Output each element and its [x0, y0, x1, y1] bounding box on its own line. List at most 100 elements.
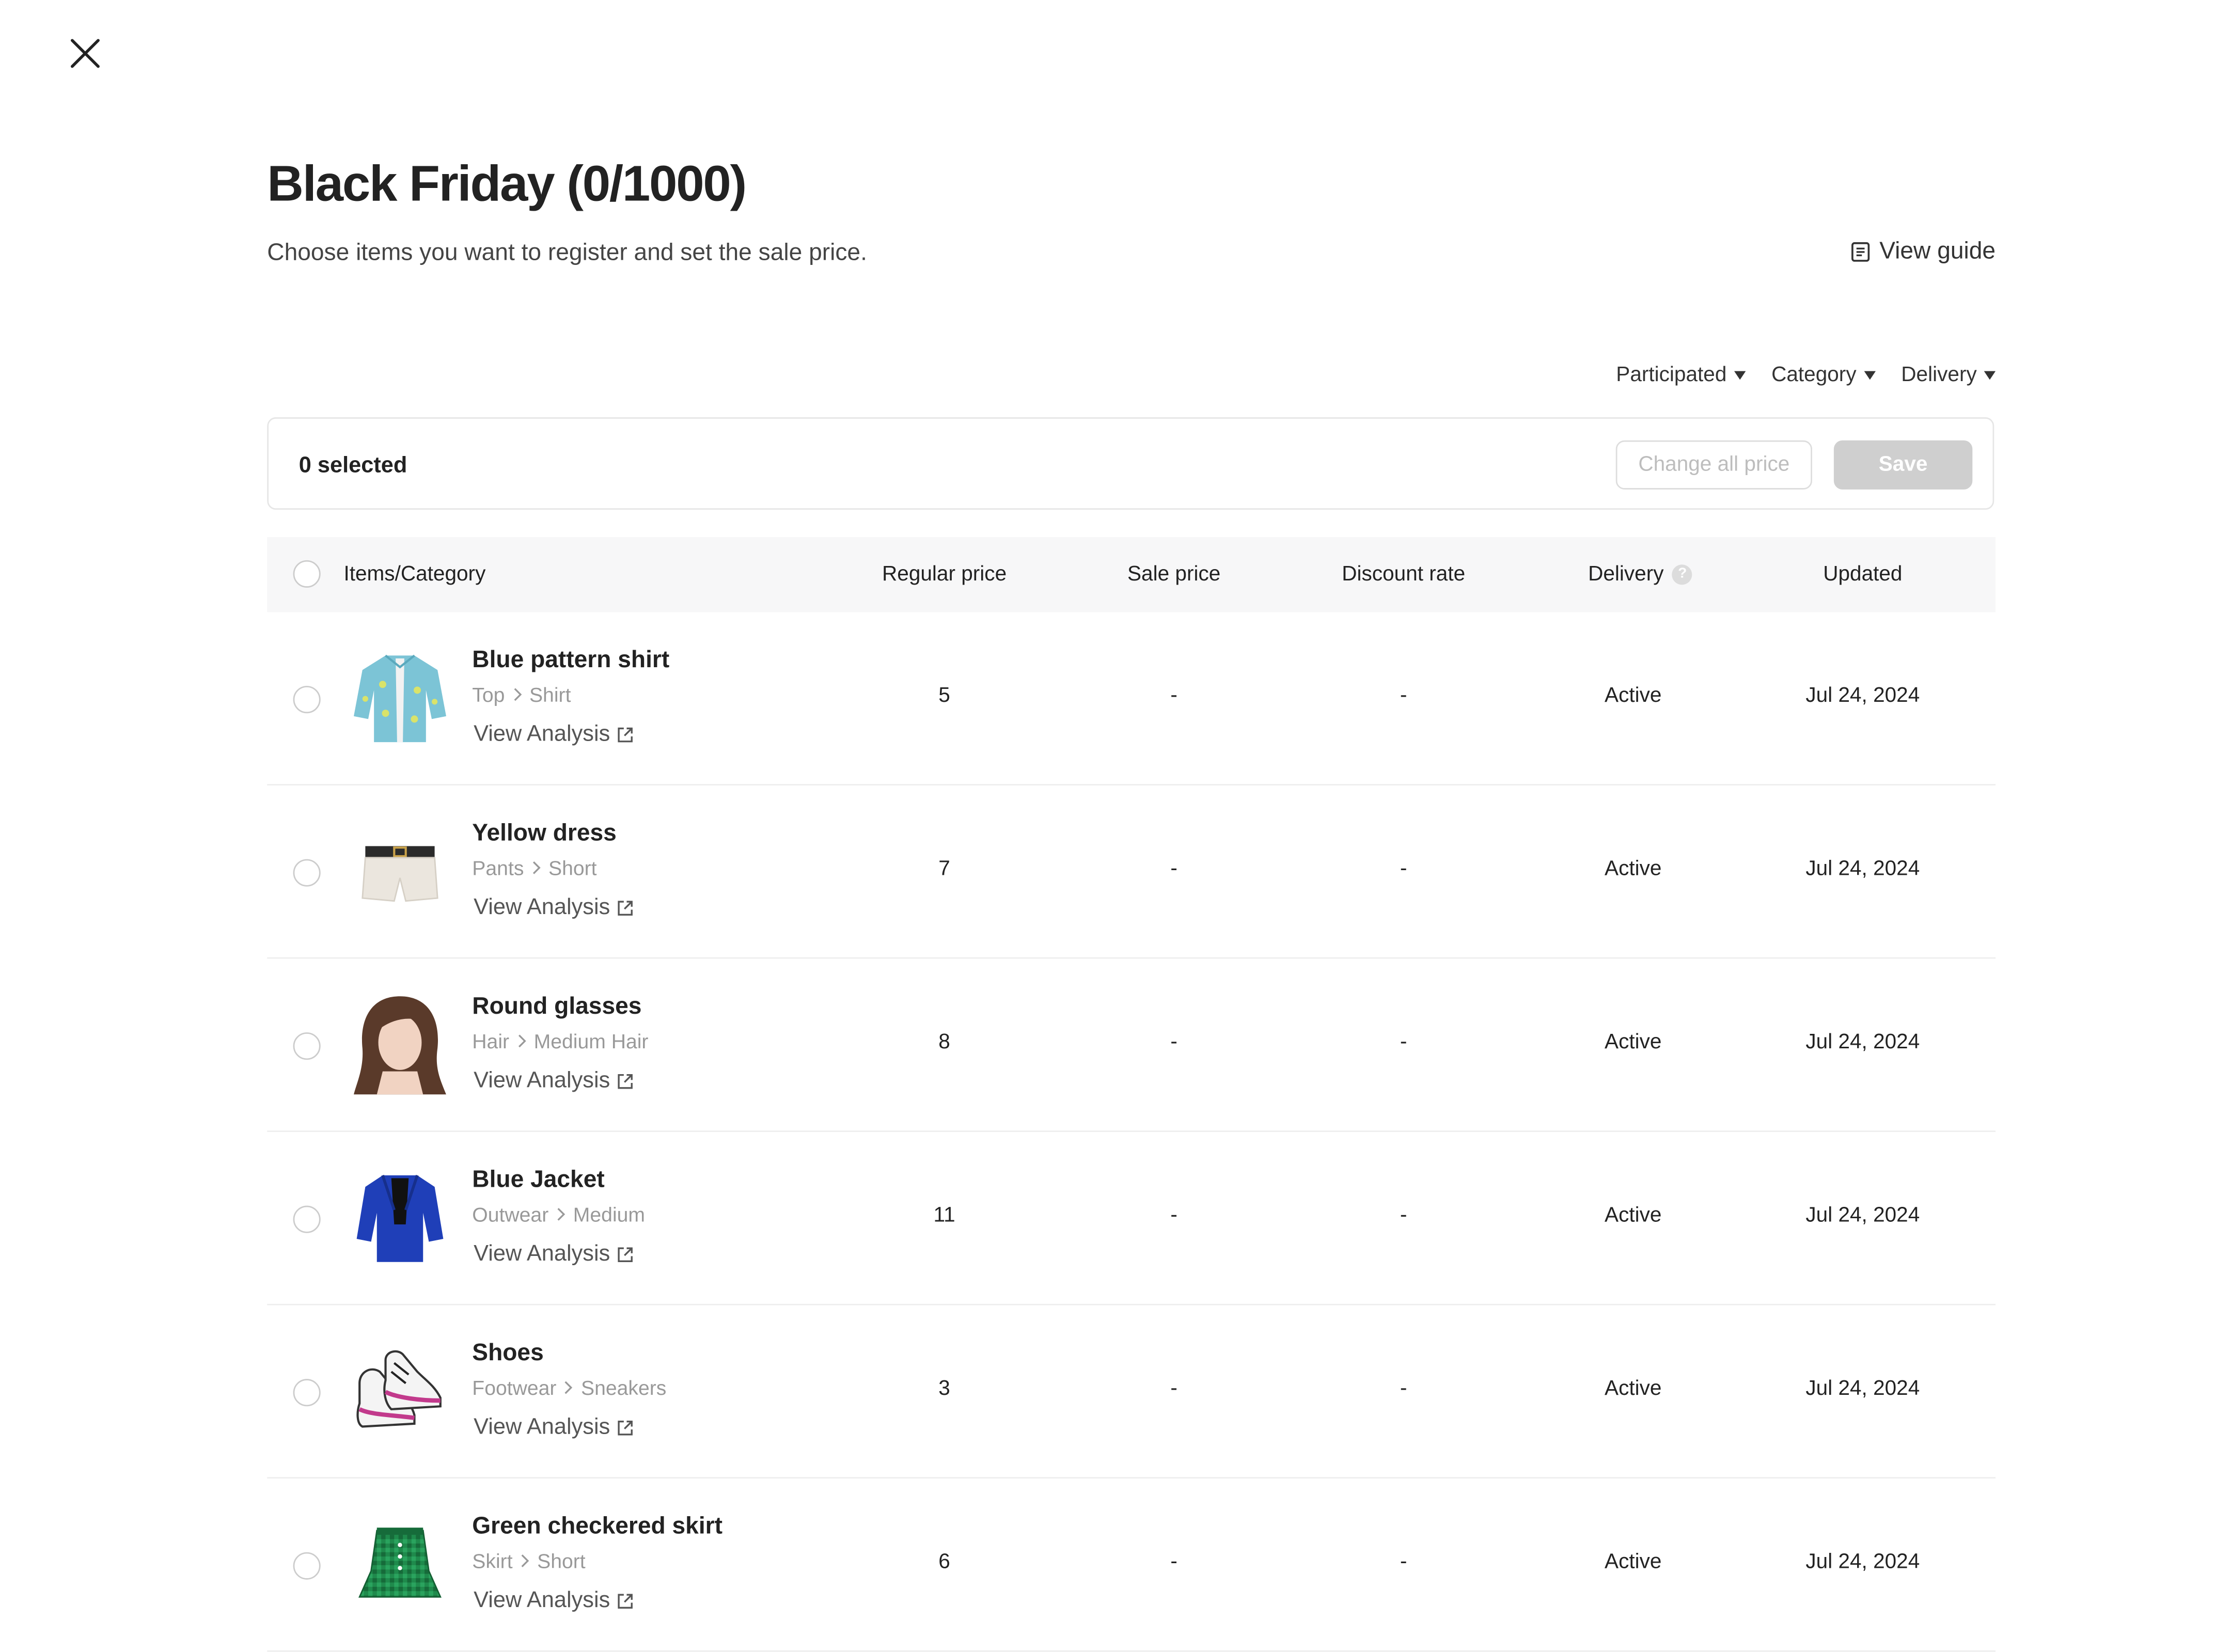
discount-rate-cell: - — [1400, 1550, 1407, 1574]
view-analysis-label: View Analysis — [474, 895, 610, 920]
chevron-right-icon — [521, 1554, 529, 1567]
item-category: Top Shirt — [472, 683, 571, 706]
category-level-1: Skirt — [472, 1549, 513, 1572]
row-select-radio[interactable] — [293, 686, 321, 714]
view-analysis-link[interactable]: View Analysis — [474, 722, 635, 748]
category-filter[interactable]: Category — [1771, 364, 1875, 387]
view-analysis-label: View Analysis — [474, 1241, 610, 1267]
save-button[interactable]: Save — [1833, 440, 1973, 490]
jacket-icon — [356, 1175, 444, 1262]
participated-filter[interactable]: Participated — [1616, 364, 1746, 387]
category-level-2: Sneakers — [580, 1376, 667, 1399]
view-analysis-label: View Analysis — [474, 1415, 610, 1440]
view-guide-link[interactable]: View guide — [1849, 238, 1996, 265]
row-select-radio[interactable] — [293, 1552, 321, 1580]
chevron-right-icon — [565, 1381, 573, 1394]
header-items-category: Items/Category — [343, 563, 486, 587]
view-analysis-link[interactable]: View Analysis — [474, 1242, 635, 1268]
view-analysis-label: View Analysis — [474, 1068, 610, 1093]
regular-price-cell: 6 — [938, 1550, 950, 1574]
caret-down-icon — [1734, 371, 1746, 380]
delivery-filter[interactable]: Delivery — [1901, 364, 1996, 387]
item-category: Skirt Short — [472, 1549, 585, 1572]
page-subtitle: Choose items you want to register and se… — [267, 240, 867, 266]
help-icon[interactable]: ? — [1672, 564, 1693, 585]
delivery-cell: Active — [1605, 1204, 1662, 1228]
table-header: Items/Category Regular price Sale price … — [267, 537, 1996, 612]
header-regular-price: Regular price — [882, 563, 1007, 587]
sale-price-cell: - — [1170, 1377, 1177, 1401]
header-discount-rate: Discount rate — [1342, 563, 1466, 587]
item-name: Yellow dress — [472, 820, 617, 846]
external-link-icon — [618, 1594, 634, 1609]
document-icon — [1850, 242, 1869, 262]
change-all-price-button[interactable]: Change all price — [1615, 440, 1812, 490]
row-select-radio[interactable] — [293, 1032, 321, 1060]
updated-cell: Jul 24, 2024 — [1805, 1377, 1920, 1401]
item-name: Round glasses — [472, 993, 642, 1019]
discount-rate-cell: - — [1400, 684, 1407, 708]
participated-filter-label: Participated — [1616, 364, 1727, 387]
delivery-cell: Active — [1605, 684, 1662, 708]
sneakers-icon — [356, 1350, 442, 1428]
item-name: Shoes — [472, 1340, 544, 1366]
delivery-cell: Active — [1605, 1377, 1662, 1401]
selected-count: 0 selected — [298, 453, 407, 478]
view-analysis-label: View Analysis — [474, 722, 610, 747]
discount-rate-cell: - — [1400, 857, 1407, 881]
sale-price-cell: - — [1170, 1550, 1177, 1574]
discount-rate-cell: - — [1400, 1377, 1407, 1401]
chevron-right-icon — [532, 861, 541, 874]
external-link-icon — [618, 1074, 634, 1089]
category-level-1: Pants — [472, 856, 524, 879]
header-delivery-label: Delivery — [1588, 563, 1664, 587]
sale-price-cell: - — [1170, 857, 1177, 881]
close-icon — [71, 39, 100, 68]
view-analysis-link[interactable]: View Analysis — [474, 895, 635, 921]
regular-price-cell: 7 — [938, 857, 950, 881]
row-select-radio[interactable] — [293, 1205, 321, 1233]
table-row: Round glasses Hair Medium Hair View Anal… — [267, 959, 1996, 1132]
sale-price-cell: - — [1170, 1204, 1177, 1228]
select-all-radio[interactable] — [293, 560, 321, 588]
page-title: Black Friday (0/1000) — [267, 155, 747, 213]
table-row: Shoes Footwear Sneakers View Analysis 3 … — [267, 1305, 1996, 1479]
regular-price-cell: 5 — [938, 684, 950, 708]
view-analysis-link[interactable]: View Analysis — [474, 1415, 635, 1441]
updated-cell: Jul 24, 2024 — [1805, 857, 1920, 881]
regular-price-cell: 8 — [938, 1031, 950, 1055]
updated-cell: Jul 24, 2024 — [1805, 1204, 1920, 1228]
view-guide-label: View guide — [1879, 238, 1996, 264]
external-link-icon — [618, 901, 634, 916]
header-delivery: Delivery? — [1588, 537, 1693, 612]
selection-toolbar: 0 selected Change all price Save — [267, 417, 1994, 510]
chevron-right-icon — [513, 688, 522, 701]
category-level-1: Outwear — [472, 1203, 549, 1226]
view-analysis-link[interactable]: View Analysis — [474, 1588, 635, 1614]
hair-icon — [354, 996, 446, 1095]
black-friday-item-registration: Black Friday (0/1000) Choose items you w… — [0, 0, 2231, 1652]
item-name: Blue pattern shirt — [472, 647, 670, 673]
updated-cell: Jul 24, 2024 — [1805, 684, 1920, 708]
category-level-2: Shirt — [529, 683, 571, 706]
item-category: Hair Medium Hair — [472, 1030, 648, 1053]
item-category: Footwear Sneakers — [472, 1376, 666, 1399]
category-level-2: Medium — [573, 1203, 646, 1226]
close-button[interactable] — [64, 32, 107, 75]
view-analysis-label: View Analysis — [474, 1588, 610, 1613]
chevron-right-icon — [557, 1208, 565, 1221]
table-row: Blue Jacket Outwear Medium View Analysis… — [267, 1132, 1996, 1305]
category-level-2: Medium Hair — [533, 1029, 649, 1053]
row-select-radio[interactable] — [293, 1379, 321, 1407]
regular-price-cell: 11 — [933, 1204, 955, 1228]
row-select-radio[interactable] — [293, 859, 321, 887]
shorts-icon — [362, 846, 438, 902]
skirt-icon — [358, 1528, 442, 1598]
table-row: Green checkered skirt Skirt Short View A… — [267, 1478, 1996, 1652]
updated-cell: Jul 24, 2024 — [1805, 1031, 1920, 1055]
delivery-cell: Active — [1605, 1550, 1662, 1574]
category-level-1: Top — [472, 683, 505, 706]
sale-price-cell: - — [1170, 684, 1177, 708]
delivery-cell: Active — [1605, 857, 1662, 881]
view-analysis-link[interactable]: View Analysis — [474, 1068, 635, 1094]
